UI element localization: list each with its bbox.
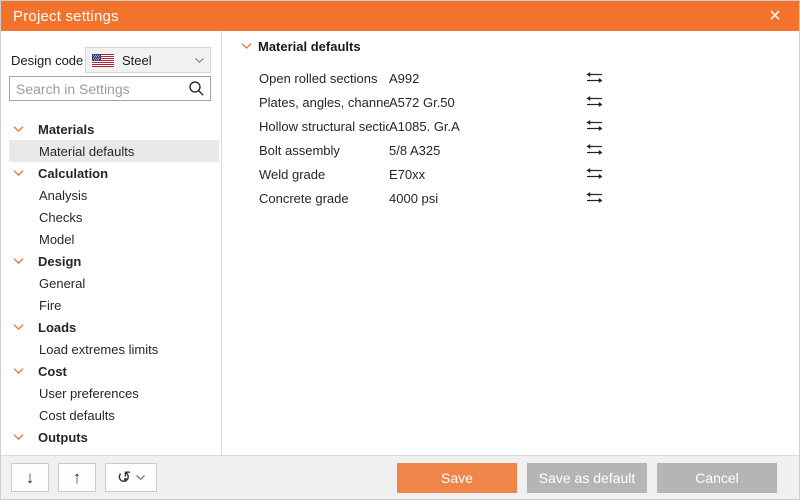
sidebar-item-fire[interactable]: Fire bbox=[9, 294, 219, 316]
move-down-button[interactable]: ↓ bbox=[11, 463, 49, 492]
sidebar-item-checks[interactable]: Checks bbox=[9, 206, 219, 228]
footer: ↓ ↑ ↺ Save Save as default Cancel bbox=[1, 455, 799, 499]
sidebar-group-calculation[interactable]: Calculation bbox=[9, 162, 219, 184]
sidebar-item-general[interactable]: General bbox=[9, 272, 219, 294]
chevron-down-icon bbox=[13, 434, 24, 440]
action-buttons: Save Save as default Cancel bbox=[397, 463, 777, 493]
search-icon bbox=[188, 80, 205, 97]
sidebar-group-cost[interactable]: Cost bbox=[9, 360, 219, 382]
chevron-down-icon bbox=[195, 58, 204, 63]
property-row-bolt-assembly: Bolt assembly 5/8 A325 bbox=[222, 138, 799, 162]
property-value[interactable]: 5/8 A325 bbox=[389, 143, 586, 158]
sidebar-item-analysis[interactable]: Analysis bbox=[9, 184, 219, 206]
sidebar-item-material-defaults[interactable]: Material defaults bbox=[9, 140, 219, 162]
sidebar-item-user-preferences[interactable]: User preferences bbox=[9, 382, 219, 404]
dialog-body: Design code bbox=[1, 31, 799, 455]
property-value[interactable]: E70xx bbox=[389, 167, 586, 182]
sidebar-group-loads[interactable]: Loads bbox=[9, 316, 219, 338]
chevron-down-icon bbox=[241, 43, 252, 49]
sidebar-item-load-extremes-limits[interactable]: Load extremes limits bbox=[9, 338, 219, 360]
project-settings-dialog: Project settings × Design code bbox=[0, 0, 800, 500]
chevron-down-icon bbox=[13, 324, 24, 330]
save-button[interactable]: Save bbox=[397, 463, 517, 493]
sidebar: Design code bbox=[1, 31, 222, 455]
cancel-button[interactable]: Cancel bbox=[657, 463, 777, 493]
sidebar-group-materials[interactable]: Materials bbox=[9, 118, 219, 140]
swap-icon[interactable] bbox=[586, 95, 604, 109]
titlebar: Project settings × bbox=[1, 1, 799, 31]
property-value[interactable]: A1085. Gr.A bbox=[389, 119, 586, 134]
property-value[interactable]: A992 bbox=[389, 71, 586, 86]
property-row-weld-grade: Weld grade E70xx bbox=[222, 162, 799, 186]
property-value[interactable]: A572 Gr.50 bbox=[389, 95, 586, 110]
section-header-material-defaults[interactable]: Material defaults bbox=[222, 35, 799, 57]
chevron-down-icon bbox=[13, 368, 24, 374]
search-input[interactable] bbox=[9, 76, 211, 101]
sidebar-item-cost-defaults[interactable]: Cost defaults bbox=[9, 404, 219, 426]
chevron-down-icon bbox=[13, 126, 24, 132]
close-icon[interactable]: × bbox=[763, 6, 787, 26]
property-row-plates-angles-channels: Plates, angles, channels A572 Gr.50 bbox=[222, 90, 799, 114]
sidebar-group-outputs[interactable]: Outputs bbox=[9, 426, 219, 448]
design-code-dropdown[interactable]: Steel bbox=[85, 47, 211, 73]
sidebar-group-design[interactable]: Design bbox=[9, 250, 219, 272]
settings-tree: Materials Material defaults Calculation … bbox=[1, 118, 221, 448]
swap-icon[interactable] bbox=[586, 143, 604, 157]
chevron-down-icon bbox=[13, 258, 24, 264]
sidebar-item-model[interactable]: Model bbox=[9, 228, 219, 250]
chevron-down-icon bbox=[136, 475, 145, 480]
design-code-value: Steel bbox=[122, 53, 152, 68]
window-title: Project settings bbox=[13, 8, 119, 25]
swap-icon[interactable] bbox=[586, 167, 604, 181]
up-arrow-icon: ↑ bbox=[73, 468, 82, 488]
property-value[interactable]: 4000 psi bbox=[389, 191, 586, 206]
search-box bbox=[9, 76, 211, 101]
section-title: Material defaults bbox=[258, 39, 361, 54]
design-code-row: Design code bbox=[1, 47, 221, 73]
chevron-down-icon bbox=[13, 170, 24, 176]
us-flag-icon bbox=[92, 54, 114, 67]
down-arrow-icon: ↓ bbox=[26, 468, 35, 488]
main-panel: Material defaults Open rolled sections A… bbox=[222, 31, 799, 455]
reset-icon: ↺ bbox=[117, 469, 131, 486]
swap-icon[interactable] bbox=[586, 191, 604, 205]
design-code-label: Design code bbox=[11, 53, 83, 68]
property-row-hollow-structural-sections: Hollow structural sections A1085. Gr.A bbox=[222, 114, 799, 138]
property-row-concrete-grade: Concrete grade 4000 psi bbox=[222, 186, 799, 210]
reset-defaults-button[interactable]: ↺ bbox=[105, 463, 157, 492]
move-up-button[interactable]: ↑ bbox=[58, 463, 96, 492]
save-as-default-button[interactable]: Save as default bbox=[527, 463, 647, 493]
swap-icon[interactable] bbox=[586, 119, 604, 133]
property-row-open-rolled-sections: Open rolled sections A992 bbox=[222, 66, 799, 90]
swap-icon[interactable] bbox=[586, 71, 604, 85]
